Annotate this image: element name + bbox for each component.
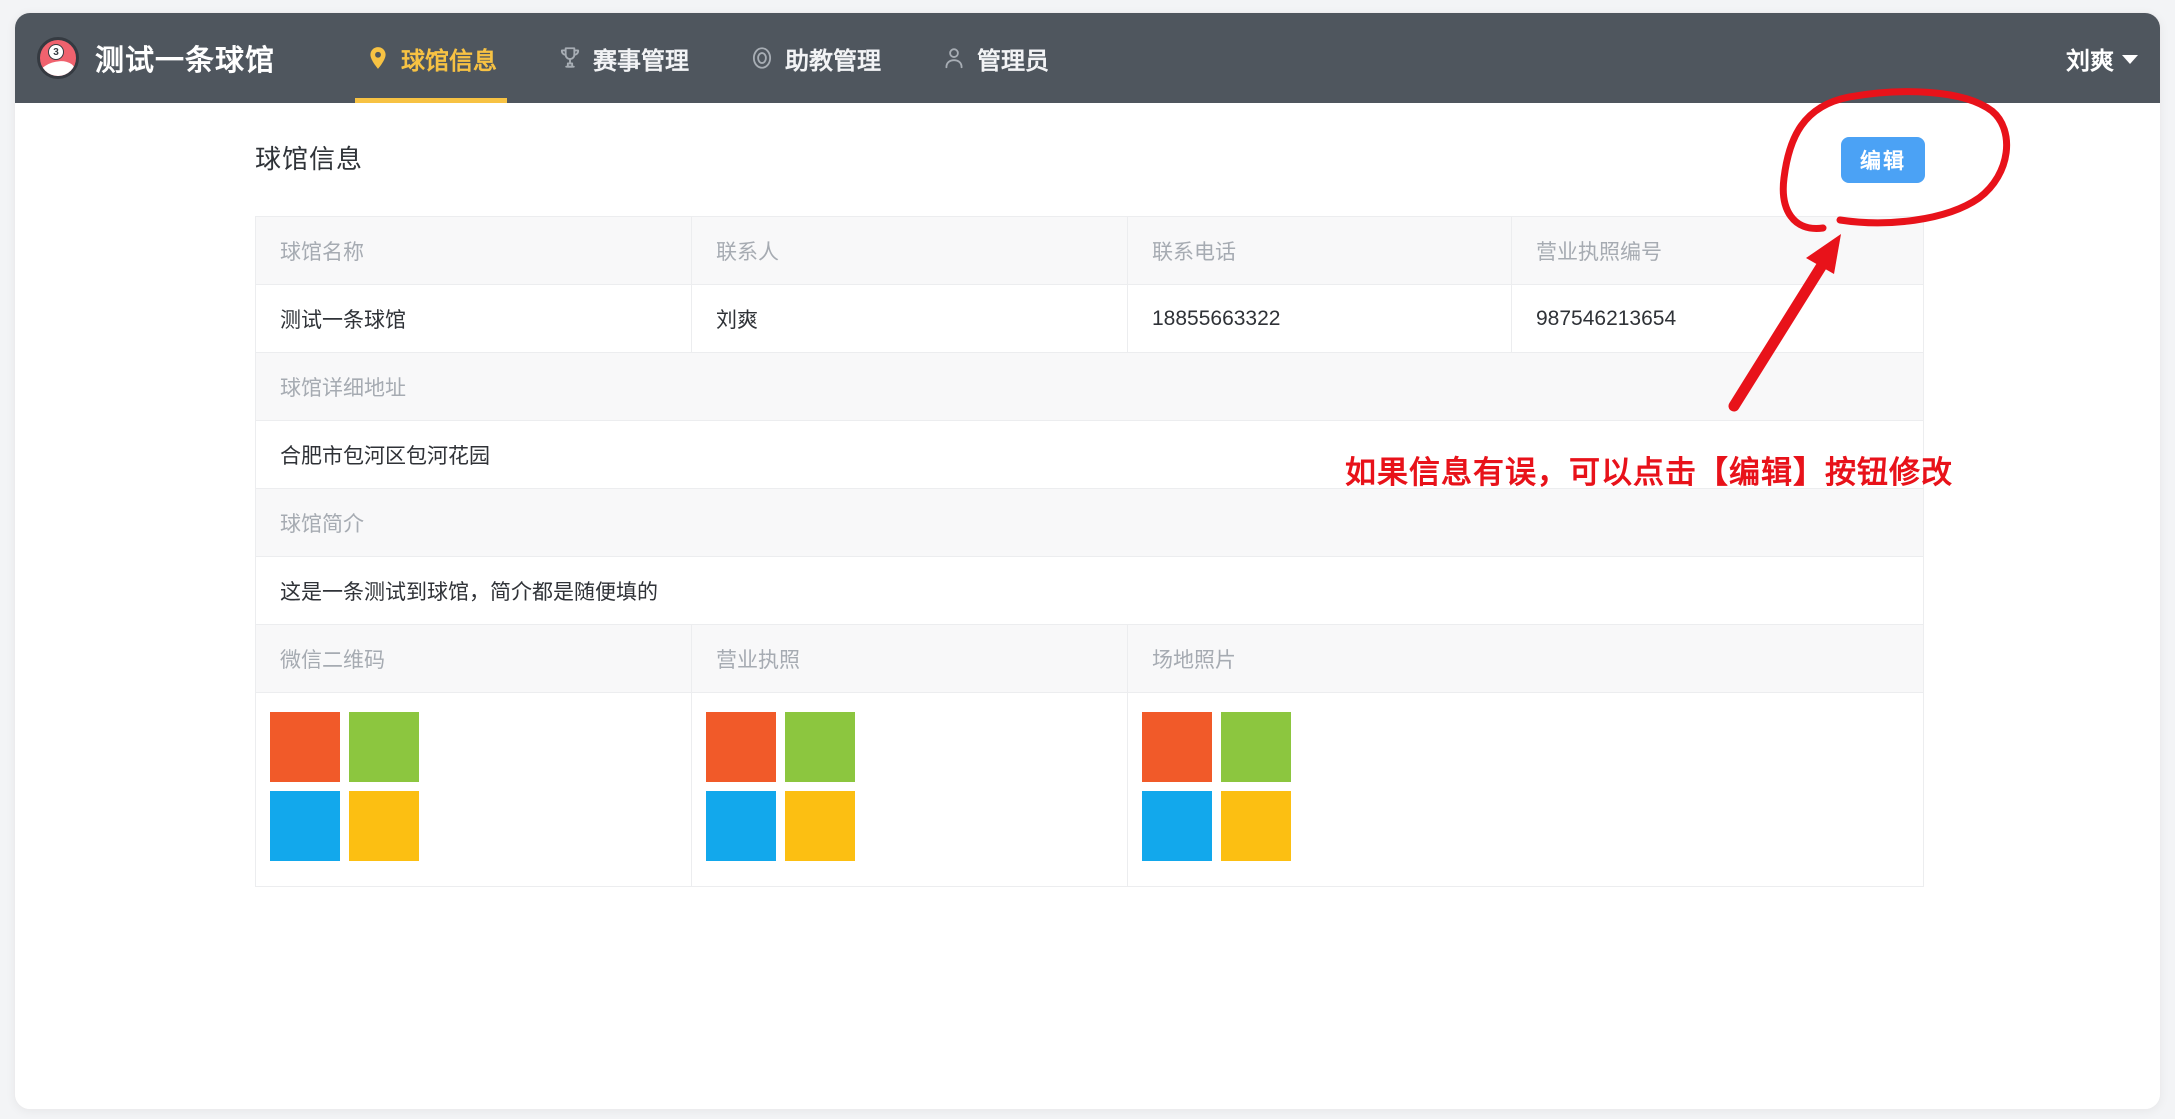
intro-value: 这是一条测试到球馆，简介都是随便填的	[256, 557, 1923, 624]
top-navbar: 3 测试一条球馆 球馆信息	[15, 13, 2160, 103]
venue-title: 测试一条球馆	[95, 37, 275, 79]
main-nav: 球馆信息 赛事管理	[315, 13, 1059, 103]
table-row-photos	[256, 693, 1923, 887]
chevron-down-icon	[2122, 55, 2138, 64]
person-icon	[941, 45, 967, 71]
edit-button[interactable]: 编辑	[1841, 137, 1925, 183]
venue-info-table: 球馆名称 联系人 联系电话 营业执照编号 测试一条球馆 刘爽 188556633…	[255, 216, 1924, 887]
nav-item-venue-info[interactable]: 球馆信息	[355, 13, 507, 103]
location-pin-icon	[365, 45, 391, 71]
address-value: 合肥市包河区包河花园	[256, 421, 1923, 488]
table-row-photo-headers: 微信二维码 营业执照 场地照片	[256, 625, 1923, 693]
tile-green	[785, 712, 855, 782]
tile-yellow	[785, 791, 855, 861]
nav-label: 助教管理	[785, 41, 881, 76]
nav-item-assistants[interactable]: 助教管理	[739, 13, 891, 103]
tile-orange	[270, 712, 340, 782]
table-row-address-value: 合肥市包河区包河花园	[256, 421, 1923, 489]
column-header: 微信二维码	[256, 625, 692, 692]
table-row-intro-value: 这是一条测试到球馆，简介都是随便填的	[256, 557, 1923, 625]
column-header: 场地照片	[1128, 625, 1923, 692]
table-row-address-label: 球馆详细地址	[256, 353, 1923, 421]
nav-label: 管理员	[977, 41, 1049, 76]
user-menu[interactable]: 刘爽	[2066, 41, 2138, 76]
wechat-qr-image[interactable]	[270, 712, 419, 861]
tile-green	[349, 712, 419, 782]
page-title: 球馆信息	[255, 139, 363, 176]
address-label: 球馆详细地址	[256, 353, 1923, 420]
tile-blue	[1142, 791, 1212, 861]
user-name: 刘爽	[2066, 41, 2114, 76]
nav-item-admin[interactable]: 管理员	[931, 13, 1059, 103]
tile-blue	[706, 791, 776, 861]
nav-label: 球馆信息	[401, 41, 497, 76]
target-icon	[749, 45, 775, 71]
column-header: 联系人	[692, 217, 1128, 284]
contact-name-value: 刘爽	[692, 285, 1128, 352]
column-header: 营业执照	[692, 625, 1128, 692]
column-header: 球馆名称	[256, 217, 692, 284]
main-content: 球馆信息 编辑 球馆名称 联系人 联系电话 营业执照编号 测试一条球馆 刘爽 1…	[15, 103, 2160, 1110]
tile-orange	[1142, 712, 1212, 782]
billiard-ball-logo-icon: 3	[37, 37, 79, 79]
license-image-cell	[692, 693, 1128, 886]
logo-crescent	[37, 56, 79, 79]
license-number-value: 987546213654	[1512, 285, 1923, 352]
table-row-basic-headers: 球馆名称 联系人 联系电话 营业执照编号	[256, 217, 1923, 285]
tile-orange	[706, 712, 776, 782]
trophy-icon	[557, 45, 583, 71]
app-window: 3 测试一条球馆 球馆信息	[14, 12, 2161, 1110]
table-row-basic-values: 测试一条球馆 刘爽 18855663322 987546213654	[256, 285, 1923, 353]
wechat-qr-image-cell	[256, 693, 692, 886]
contact-phone-value: 18855663322	[1128, 285, 1512, 352]
tile-yellow	[1221, 791, 1291, 861]
table-row-intro-label: 球馆简介	[256, 489, 1923, 557]
tile-green	[1221, 712, 1291, 782]
nav-label: 赛事管理	[593, 41, 689, 76]
tile-blue	[270, 791, 340, 861]
venue-photo-image[interactable]	[1142, 712, 1291, 861]
column-header: 联系电话	[1128, 217, 1512, 284]
license-image[interactable]	[706, 712, 855, 861]
intro-label: 球馆简介	[256, 489, 1923, 556]
nav-item-events[interactable]: 赛事管理	[547, 13, 699, 103]
venue-photo-cell	[1128, 693, 1923, 886]
tile-yellow	[349, 791, 419, 861]
logo-ball-number: 3	[48, 44, 64, 60]
venue-name-value: 测试一条球馆	[256, 285, 692, 352]
column-header: 营业执照编号	[1512, 217, 1923, 284]
